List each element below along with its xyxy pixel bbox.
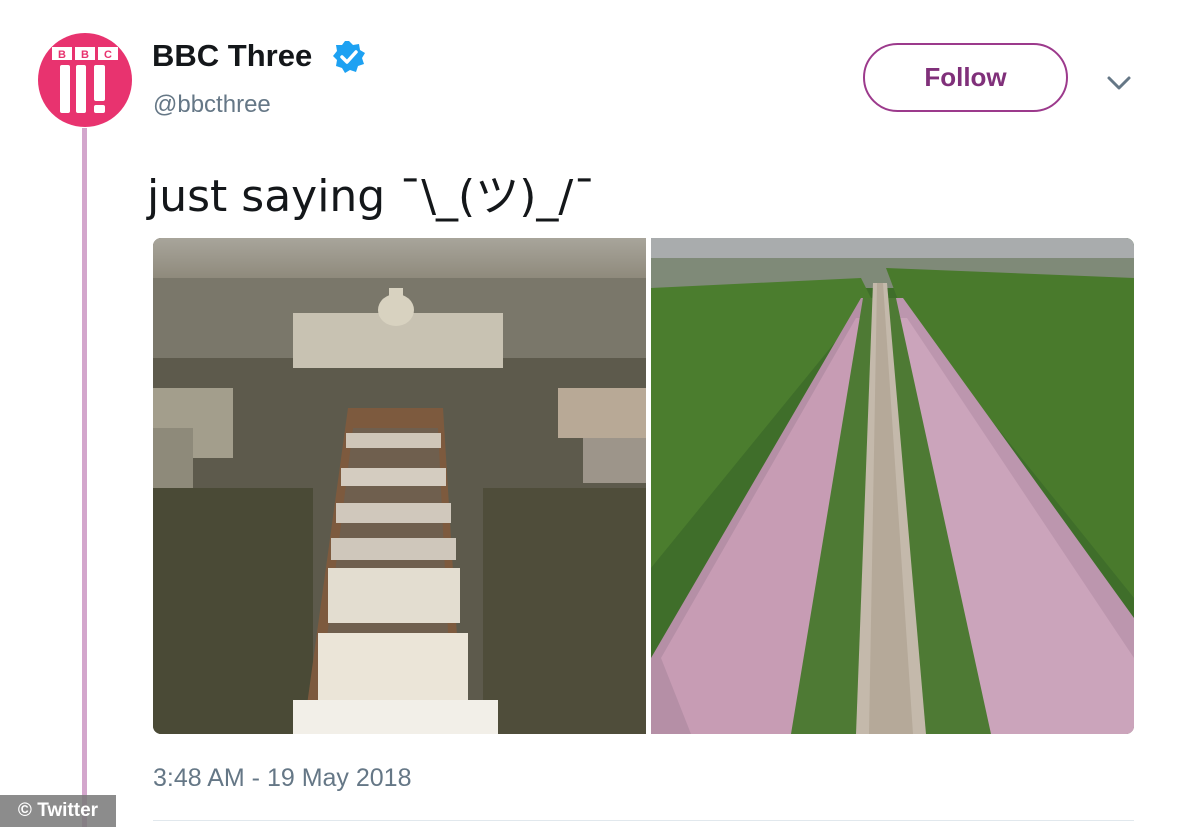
bbc-three-logo-icon: B B C	[52, 47, 118, 113]
aerial-crowd-long-walk-photo[interactable]	[651, 238, 1134, 734]
verified-badge-icon	[333, 41, 365, 73]
twitter-watermark: © Twitter	[0, 795, 116, 827]
avatar[interactable]: B B C	[38, 33, 132, 127]
user-handle[interactable]: @bbcthree	[153, 91, 271, 119]
tweet-timestamp[interactable]: 3:48 AM - 19 May 2018	[153, 764, 411, 793]
tweet-media[interactable]	[153, 238, 1134, 734]
svg-text:B: B	[81, 49, 89, 61]
svg-text:C: C	[104, 49, 112, 61]
svg-text:B: B	[58, 49, 66, 61]
follow-button[interactable]: Follow	[863, 43, 1068, 112]
thread-line	[82, 128, 87, 827]
display-name[interactable]: BBC Three	[152, 38, 312, 74]
chevron-down-icon[interactable]	[1104, 68, 1134, 98]
aerial-crowd-washington-photo[interactable]	[153, 238, 646, 734]
divider	[153, 820, 1134, 821]
tweet-text: just saying ¯\_(ツ)_/¯	[147, 171, 596, 222]
